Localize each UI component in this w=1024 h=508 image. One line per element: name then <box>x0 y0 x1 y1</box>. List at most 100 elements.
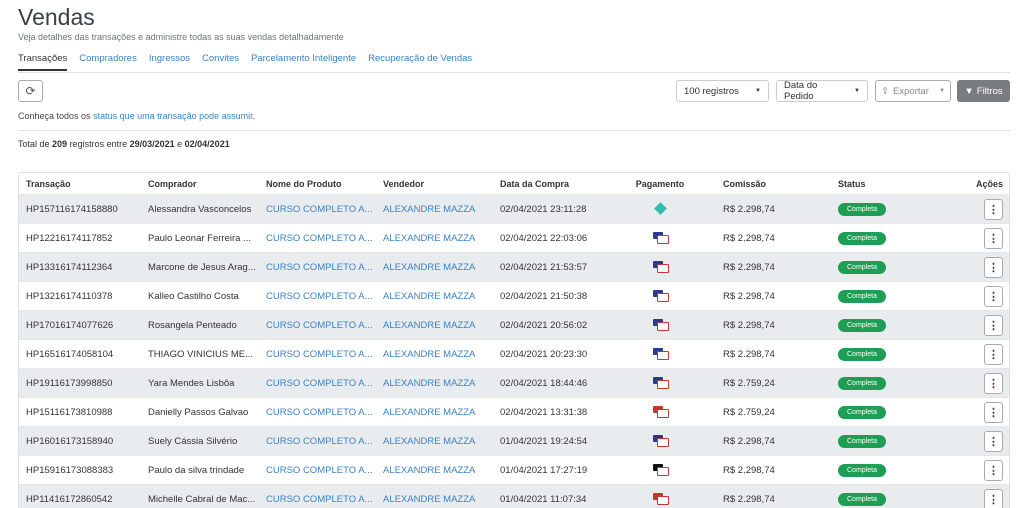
header-status[interactable]: Status <box>823 179 933 189</box>
tab-parcelamento[interactable]: Parcelamento Inteligente <box>251 53 356 71</box>
seller-link[interactable]: ALEXANDRE MAZZA <box>376 436 493 447</box>
transaction-id[interactable]: HP11416172860542 <box>19 494 141 505</box>
status-link[interactable]: status que uma transação pode assumir <box>93 111 253 121</box>
product-link[interactable]: CURSO COMPLETO A... <box>259 320 376 331</box>
seller-link[interactable]: ALEXANDRE MAZZA <box>376 378 493 389</box>
table-row[interactable]: HP15116173810988 Danielly Passos Galvao CU… <box>19 397 1009 426</box>
payment-method <box>615 289 705 303</box>
payment-method <box>615 492 705 506</box>
seller-link[interactable]: ALEXANDRE MAZZA <box>376 233 493 244</box>
transaction-id[interactable]: HP19116173998850 <box>19 378 141 389</box>
commission: R$ 2.298,74 <box>723 348 775 360</box>
product-link[interactable]: CURSO COMPLETO A... <box>259 204 376 215</box>
row-actions-button[interactable]: ⋮ <box>984 459 1003 481</box>
seller-link[interactable]: ALEXANDRE MAZZA <box>376 494 493 505</box>
table-row[interactable]: HP13216174110378 Kalleo Castilho Costa CUR… <box>19 281 1009 310</box>
table-row[interactable]: HP16016173158940 Suely Cássia Silvério CUR… <box>19 426 1009 455</box>
row-actions-button[interactable]: ⋮ <box>984 430 1003 452</box>
seller-link[interactable]: ALEXANDRE MAZZA <box>376 349 493 360</box>
seller-link[interactable]: ALEXANDRE MAZZA <box>376 320 493 331</box>
header-produto[interactable]: Nome do Produto <box>259 179 376 189</box>
credit-card-icon <box>653 289 669 302</box>
actions-cell: ⋮ <box>933 459 1009 481</box>
row-actions-button[interactable]: ⋮ <box>984 488 1003 508</box>
row-actions-button[interactable]: ⋮ <box>984 285 1003 307</box>
row-actions-button[interactable]: ⋮ <box>984 314 1003 336</box>
seller-link[interactable]: ALEXANDRE MAZZA <box>376 262 493 273</box>
table-row[interactable]: HP19116173998850 Yara Mendes Lisbôa CURSO … <box>19 368 1009 397</box>
transaction-id[interactable]: HP13216174110378 <box>19 291 141 302</box>
seller-link[interactable]: ALEXANDRE MAZZA <box>376 465 493 476</box>
table-row[interactable]: HP13316174112364 Marcone de Jesus Arag...… <box>19 252 1009 281</box>
row-actions-button[interactable]: ⋮ <box>984 343 1003 365</box>
header-comissao[interactable]: Comissão <box>705 179 823 189</box>
product-link[interactable]: CURSO COMPLETO A... <box>259 407 376 418</box>
status-cell: Completa <box>823 376 933 390</box>
filter-icon: ▼ <box>964 85 974 97</box>
table-row[interactable]: HP11416172860542 Michelle Cabral de Mac..… <box>19 484 1009 508</box>
header-vendedor[interactable]: Vendedor <box>376 179 493 189</box>
records-select[interactable]: 100 registros ▼ <box>676 80 769 102</box>
commission: R$ 2.759,24 <box>723 406 775 418</box>
table-row[interactable]: HP16516174058104 THIAGO VINICIUS ME... CUR… <box>19 339 1009 368</box>
order-select[interactable]: Data do Pedido ▼ <box>776 80 868 102</box>
table-row[interactable]: HP15916173088383 Paulo da silva trindade C… <box>19 455 1009 484</box>
seller-link[interactable]: ALEXANDRE MAZZA <box>376 291 493 302</box>
buyer-name: Suely Cássia Silvério <box>148 435 238 447</box>
row-actions-button[interactable]: ⋮ <box>984 372 1003 394</box>
purchase-date: 02/04/2021 21:50:38 <box>500 290 588 302</box>
header-pagamento[interactable]: Pagamento <box>615 179 705 189</box>
transaction-id[interactable]: HP157116174158880 <box>19 204 141 215</box>
tab-recuperacao[interactable]: Recuperação de Vendas <box>368 53 472 71</box>
purchase-date: 01/04/2021 11:07:34 <box>500 493 587 505</box>
header-data[interactable]: Data da Compra <box>493 179 615 189</box>
header-comprador[interactable]: Comprador <box>141 179 259 189</box>
buyer-name: Marcone de Jesus Arag... <box>148 261 256 273</box>
credit-card-icon <box>653 231 669 244</box>
refresh-button[interactable]: ⟳ <box>18 80 43 102</box>
product-link[interactable]: CURSO COMPLETO A... <box>259 291 376 302</box>
product-link[interactable]: CURSO COMPLETO A... <box>259 494 376 505</box>
buyer-name: Alessandra Vasconcelos <box>148 203 252 215</box>
table-row[interactable]: HP157116174158880 Alessandra Vasconcelos C… <box>19 194 1009 223</box>
row-actions-button[interactable]: ⋮ <box>984 401 1003 423</box>
more-vertical-icon: ⋮ <box>988 348 999 361</box>
credit-card-icon <box>653 376 669 389</box>
filters-button[interactable]: ▼ Filtros <box>957 80 1010 102</box>
actions-cell: ⋮ <box>933 343 1009 365</box>
product-link[interactable]: CURSO COMPLETO A... <box>259 378 376 389</box>
tab-compradores[interactable]: Compradores <box>79 53 137 71</box>
more-vertical-icon: ⋮ <box>988 377 999 390</box>
transaction-id[interactable]: HP17016174077626 <box>19 320 141 331</box>
product-link[interactable]: CURSO COMPLETO A... <box>259 233 376 244</box>
product-link[interactable]: CURSO COMPLETO A... <box>259 465 376 476</box>
seller-link[interactable]: ALEXANDRE MAZZA <box>376 204 493 215</box>
row-actions-button[interactable]: ⋮ <box>984 198 1003 220</box>
tab-transacoes[interactable]: Transações <box>18 53 68 71</box>
transaction-id[interactable]: HP15116173810988 <box>19 407 141 418</box>
status-cell: Completa <box>823 231 933 245</box>
transactions-table: Transação Comprador Nome do Produto Vend… <box>18 172 1010 508</box>
header-transacao[interactable]: Transação <box>19 179 141 189</box>
tab-convites[interactable]: Convites <box>202 53 239 71</box>
table-row[interactable]: HP17016174077626 Rosangela Penteado CURSO … <box>19 310 1009 339</box>
product-link[interactable]: CURSO COMPLETO A... <box>259 349 376 360</box>
export-button[interactable]: ⇪ Exportar ▼ <box>875 80 951 102</box>
transaction-id[interactable]: HP16516174058104 <box>19 349 141 360</box>
transaction-id[interactable]: HP16016173158940 <box>19 436 141 447</box>
commission: R$ 2.298,74 <box>723 319 775 331</box>
row-actions-button[interactable]: ⋮ <box>984 227 1003 249</box>
tab-ingressos[interactable]: Ingressos <box>149 53 190 71</box>
product-link[interactable]: CURSO COMPLETO A... <box>259 436 376 447</box>
transaction-id[interactable]: HP15916173088383 <box>19 465 141 476</box>
status-info: Conheça todos os status que uma transaçã… <box>18 111 256 121</box>
seller-link[interactable]: ALEXANDRE MAZZA <box>376 407 493 418</box>
row-actions-button[interactable]: ⋮ <box>984 256 1003 278</box>
table-row[interactable]: HP12216174117852 Paulo Leonar Ferreira ..… <box>19 223 1009 252</box>
status-badge: Completa <box>838 347 886 361</box>
purchase-date: 01/04/2021 17:27:19 <box>500 464 588 476</box>
product-link[interactable]: CURSO COMPLETO A... <box>259 262 376 273</box>
transaction-id[interactable]: HP12216174117852 <box>19 233 141 244</box>
payment-method <box>615 434 705 448</box>
transaction-id[interactable]: HP13316174112364 <box>19 262 141 273</box>
